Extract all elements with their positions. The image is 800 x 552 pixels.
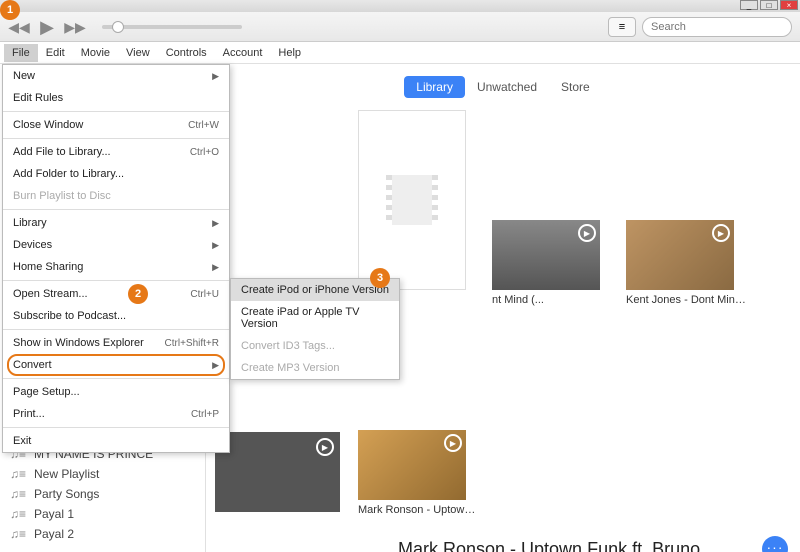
video-thumbnail: ▶ [358,430,466,500]
menu-account[interactable]: Account [215,44,271,62]
video-item[interactable]: ▶ Mark Ronson - Uptown F... [358,430,478,516]
menubar: File Edit Movie View Controls Account He… [0,42,800,64]
menu-show-explorer[interactable]: Show in Windows ExplorerCtrl+Shift+R [3,332,229,354]
video-title: nt Mind (... [492,294,612,306]
window-buttons: _ □ × [740,0,800,12]
convert-submenu: Create iPod or iPhone Version Create iPa… [230,278,400,380]
menu-subscribe-podcast[interactable]: Subscribe to Podcast... [3,305,229,327]
playlist-icon: ♫≡ [10,508,26,520]
menu-print[interactable]: Print...Ctrl+P [3,403,229,425]
menu-edit-rules[interactable]: Edit Rules [3,87,229,109]
sidebar-label: New Playlist [34,467,99,481]
menu-new[interactable]: New▶ [3,65,229,87]
menu-view[interactable]: View [118,44,158,62]
playback-controls: ◀◀ ▶ ▶▶ [8,16,242,38]
tab-library[interactable]: Library [404,76,465,98]
more-button[interactable]: ··· [762,536,788,552]
menu-devices-sub[interactable]: Devices▶ [3,234,229,256]
minimize-button[interactable]: _ [740,0,758,10]
play-overlay-icon: ▶ [712,224,730,242]
submenu-arrow-icon: ▶ [212,240,219,251]
detail-pane: Mark Ronson - Uptown Funk ft. Bruno... ·… [218,536,788,552]
menu-create-mp3-disabled: Create MP3 Version [231,357,399,379]
menu-controls[interactable]: Controls [158,44,215,62]
video-item[interactable]: ▶ nt Mind (... [492,220,612,306]
sidebar-item[interactable]: ♫≡ Payal 2 [0,524,205,544]
progress-slider[interactable] [102,25,242,29]
submenu-arrow-icon: ▶ [212,218,219,229]
sidebar-label: Payal 2 [34,527,74,541]
playlist-icon: ♫≡ [10,528,26,540]
playlist-icon: ♫≡ [10,468,26,480]
next-button[interactable]: ▶▶ [64,16,86,38]
sidebar-label: Payal 1 [34,507,74,521]
play-overlay-icon: ▶ [316,438,334,456]
submenu-arrow-icon: ▶ [212,360,219,371]
sidebar-item[interactable]: ♫≡ Payal 1 [0,504,205,524]
tab-store[interactable]: Store [549,76,602,98]
menu-close-window[interactable]: Close WindowCtrl+W [3,114,229,136]
menu-separator [3,280,229,281]
toolbar: ◀◀ ▶ ▶▶ ≡ [0,12,800,42]
sidebar-label: Party Songs [34,487,99,501]
video-title: Kent Jones - Dont Mind (... [626,294,746,306]
submenu-arrow-icon: ▶ [212,71,219,82]
menu-home-sharing-sub[interactable]: Home Sharing▶ [3,256,229,278]
file-menu-dropdown: New▶ Edit Rules Close WindowCtrl+W Add F… [2,64,230,453]
annotation-badge-2: 2 [128,284,148,304]
window-titlebar: _ □ × [0,0,800,12]
tab-unwatched[interactable]: Unwatched [465,76,549,98]
playlist-icon: ♫≡ [10,488,26,500]
view-tabs: Library Unwatched Store [218,76,788,98]
annotation-badge-1: 1 [0,0,20,20]
menu-separator [3,329,229,330]
menu-burn-disabled: Burn Playlist to Disc [3,185,229,207]
video-thumbnail: ▶ [492,220,600,290]
video-title: Mark Ronson - Uptown F... [358,504,478,516]
menu-exit[interactable]: Exit [3,430,229,452]
search-input[interactable] [642,17,792,37]
video-placeholder-icon [358,110,466,290]
close-button[interactable]: × [780,0,798,10]
menu-convert-sub[interactable]: Convert▶ [3,354,229,376]
detail-thumbnail[interactable]: ▶ [215,432,340,512]
submenu-arrow-icon: ▶ [212,262,219,273]
menu-help[interactable]: Help [270,44,309,62]
annotation-badge-3: 3 [370,268,390,288]
maximize-button[interactable]: □ [760,0,778,10]
sidebar-item[interactable]: ♫≡ Party Songs [0,484,205,504]
detail-title: Mark Ronson - Uptown Funk ft. Bruno... [398,539,715,552]
menu-edit[interactable]: Edit [38,44,73,62]
menu-add-file[interactable]: Add File to Library...Ctrl+O [3,141,229,163]
menu-create-ipad-version[interactable]: Create iPad or Apple TV Version [231,301,399,335]
menu-separator [3,111,229,112]
video-grid: ▶ nt Mind (... ▶ Kent Jones - Dont Mind … [358,110,788,516]
menu-separator [3,138,229,139]
play-overlay-icon: ▶ [578,224,596,242]
menu-movie[interactable]: Movie [73,44,118,62]
menu-add-folder[interactable]: Add Folder to Library... [3,163,229,185]
play-overlay-icon: ▶ [444,434,462,452]
video-thumbnail: ▶ [626,220,734,290]
menu-page-setup[interactable]: Page Setup... [3,381,229,403]
menu-convert-id3-disabled: Convert ID3 Tags... [231,335,399,357]
toolbar-right: ≡ [608,17,792,37]
menu-separator [3,209,229,210]
sidebar-item[interactable]: ♫≡ New Playlist [0,464,205,484]
menu-file[interactable]: File [4,44,38,62]
menu-separator [3,378,229,379]
progress-thumb[interactable] [112,21,124,33]
menu-open-stream[interactable]: Open Stream...Ctrl+U [3,283,229,305]
video-item[interactable]: ▶ Kent Jones - Dont Mind (... [626,220,746,306]
list-view-button[interactable]: ≡ [608,17,636,37]
menu-separator [3,427,229,428]
menu-library-sub[interactable]: Library▶ [3,212,229,234]
play-button[interactable]: ▶ [36,16,58,38]
